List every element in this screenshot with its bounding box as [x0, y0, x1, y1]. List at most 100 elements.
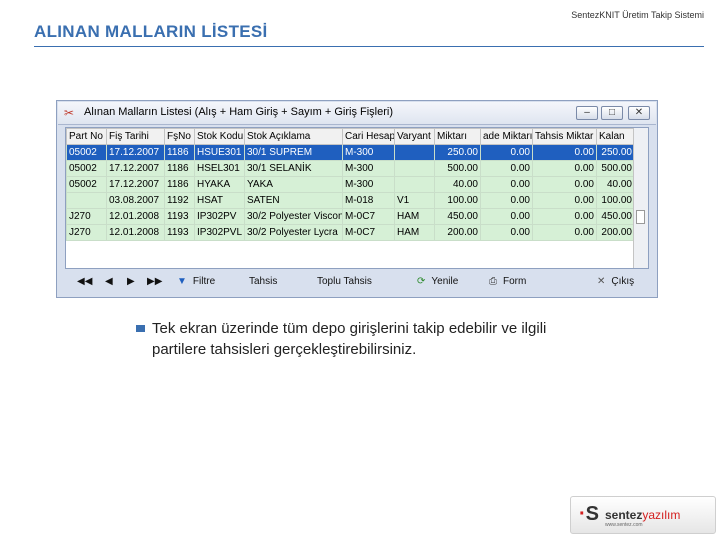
column-header[interactable]: Miktarı	[434, 128, 481, 145]
table-cell[interactable]: 0.00	[480, 208, 533, 225]
table-cell[interactable]: HSEL301	[194, 160, 245, 177]
close-button[interactable]: ✕	[628, 106, 650, 120]
window-titlebar[interactable]: ✂ Alınan Malların Listesi (Alış + Ham Gi…	[58, 102, 656, 125]
table-cell[interactable]: 05002	[66, 144, 107, 161]
table-cell[interactable]: M-0C7	[342, 224, 395, 241]
goods-grid[interactable]: Part No Fiş Tarihi FşNo Stok Kodu Stok Açıkl…	[65, 127, 649, 269]
previous-record-button[interactable]: ◀	[105, 274, 113, 290]
table-cell[interactable]: 1193	[164, 224, 195, 241]
column-header[interactable]: Cari Hesap	[342, 128, 395, 145]
table-cell[interactable]: 1186	[164, 144, 195, 161]
table-cell[interactable]: 17.12.2007	[106, 176, 165, 193]
table-row[interactable]: 05002 17.12.2007 1186 HYAKA YAKA M-300 40.00 0.…	[66, 176, 635, 193]
minimize-button[interactable]: –	[576, 106, 598, 120]
table-cell[interactable]: 30/1 SELANİK	[244, 160, 343, 177]
exit-button[interactable]: ✕ Çıkış	[597, 274, 634, 290]
column-header[interactable]: Kalan	[596, 128, 635, 145]
column-header[interactable]: Varyant	[394, 128, 435, 145]
first-record-button[interactable]: ◀◀	[77, 274, 92, 290]
table-cell[interactable]: 1192	[164, 192, 195, 209]
table-cell[interactable]: 200.00	[434, 224, 481, 241]
table-cell[interactable]: 500.00	[596, 160, 635, 177]
table-cell[interactable]: HAM	[394, 224, 435, 241]
table-row[interactable]: 03.08.2007 1192 HSAT SATEN M-018 V1 100.00 0.00…	[66, 192, 635, 209]
column-header[interactable]: Stok Kodu	[194, 128, 245, 145]
scrollbar-thumb[interactable]	[636, 210, 645, 224]
table-cell[interactable]: 0.00	[532, 176, 597, 193]
table-cell[interactable]: 40.00	[434, 176, 481, 193]
table-cell[interactable]: HYAKA	[194, 176, 245, 193]
table-cell[interactable]	[394, 144, 435, 161]
table-cell[interactable]: HSAT	[194, 192, 245, 209]
table-cell[interactable]: 12.01.2008	[106, 224, 165, 241]
table-cell[interactable]: IP302PVL	[194, 224, 245, 241]
table-cell[interactable]: V1	[394, 192, 435, 209]
table-cell[interactable]: M-0C7	[342, 208, 395, 225]
table-cell[interactable]: 0.00	[532, 160, 597, 177]
column-header[interactable]: ade Miktarı	[480, 128, 533, 145]
form-button[interactable]: ⎙ Form	[489, 274, 526, 290]
table-cell[interactable]: 1193	[164, 208, 195, 225]
next-record-button[interactable]: ▶	[127, 274, 135, 290]
table-row[interactable]: 05002 17.12.2007 1186 HSUE301 30/1 SUPREM M-3…	[66, 144, 635, 161]
table-cell[interactable]: HAM	[394, 208, 435, 225]
table-cell[interactable]: HSUE301	[194, 144, 245, 161]
maximize-button[interactable]: □	[601, 106, 623, 120]
table-cell[interactable]: 17.12.2007	[106, 144, 165, 161]
table-cell[interactable]: 0.00	[480, 176, 533, 193]
table-cell[interactable]: 0.00	[532, 192, 597, 209]
table-cell[interactable]	[66, 192, 107, 209]
table-cell[interactable]: 0.00	[480, 192, 533, 209]
table-cell[interactable]	[394, 160, 435, 177]
table-cell[interactable]: 0.00	[532, 144, 597, 161]
column-header[interactable]: Fiş Tarihi	[106, 128, 165, 145]
last-record-button[interactable]: ▶▶	[147, 274, 162, 290]
table-cell[interactable]: 250.00	[434, 144, 481, 161]
table-cell[interactable]: M-300	[342, 144, 395, 161]
vertical-scrollbar[interactable]	[633, 128, 648, 268]
table-cell[interactable]: J270	[66, 208, 107, 225]
table-cell[interactable]: 0.00	[532, 224, 597, 241]
table-cell[interactable]: 450.00	[596, 208, 635, 225]
column-header[interactable]: FşNo	[164, 128, 195, 145]
table-cell[interactable]: 100.00	[596, 192, 635, 209]
table-cell[interactable]: SATEN	[244, 192, 343, 209]
table-cell[interactable]: 500.00	[434, 160, 481, 177]
table-row[interactable]: J270 12.01.2008 1193 IP302PVL 30/2 Polyester…	[66, 224, 635, 241]
table-cell[interactable]: 30/2 Polyester Viscon	[244, 208, 343, 225]
table-cell[interactable]: 200.00	[596, 224, 635, 241]
table-cell[interactable]: 250.00	[596, 144, 635, 161]
table-cell[interactable]: 03.08.2007	[106, 192, 165, 209]
table-cell[interactable]: 0.00	[480, 160, 533, 177]
table-cell[interactable]: 450.00	[434, 208, 481, 225]
table-cell[interactable]: IP302PV	[194, 208, 245, 225]
table-cell[interactable]: 1186	[164, 160, 195, 177]
table-cell[interactable]: 05002	[66, 160, 107, 177]
table-cell[interactable]: M-300	[342, 176, 395, 193]
table-cell[interactable]: 12.01.2008	[106, 208, 165, 225]
table-cell[interactable]	[394, 176, 435, 193]
table-cell[interactable]: J270	[66, 224, 107, 241]
table-cell[interactable]: 40.00	[596, 176, 635, 193]
bulk-tahsis-button[interactable]: Toplu Tahsis	[317, 274, 372, 290]
table-cell[interactable]: 100.00	[434, 192, 481, 209]
table-row[interactable]: J270 12.01.2008 1193 IP302PV 30/2 Polyester …	[66, 208, 635, 225]
table-cell[interactable]: 0.00	[480, 224, 533, 241]
table-cell[interactable]: YAKA	[244, 176, 343, 193]
tahsis-button[interactable]: Tahsis	[249, 274, 277, 290]
table-cell[interactable]: 0.00	[532, 208, 597, 225]
column-header[interactable]: Part No	[66, 128, 107, 145]
column-header[interactable]: Stok Açıklama	[244, 128, 343, 145]
table-cell[interactable]: 17.12.2007	[106, 160, 165, 177]
table-cell[interactable]: 30/2 Polyester Lycra	[244, 224, 343, 241]
table-cell[interactable]: M-300	[342, 160, 395, 177]
table-cell[interactable]: 1186	[164, 176, 195, 193]
table-cell[interactable]: 05002	[66, 176, 107, 193]
table-row[interactable]: 05002 17.12.2007 1186 HSEL301 30/1 SELANİK M-…	[66, 160, 635, 177]
column-header[interactable]: Tahsis Miktar	[532, 128, 597, 145]
table-cell[interactable]: 30/1 SUPREM	[244, 144, 343, 161]
table-cell[interactable]: M-018	[342, 192, 395, 209]
refresh-button[interactable]: ⟳ Yenile	[417, 274, 458, 290]
table-cell[interactable]: 0.00	[480, 144, 533, 161]
filter-button[interactable]: ▼ Filtre	[177, 274, 215, 290]
